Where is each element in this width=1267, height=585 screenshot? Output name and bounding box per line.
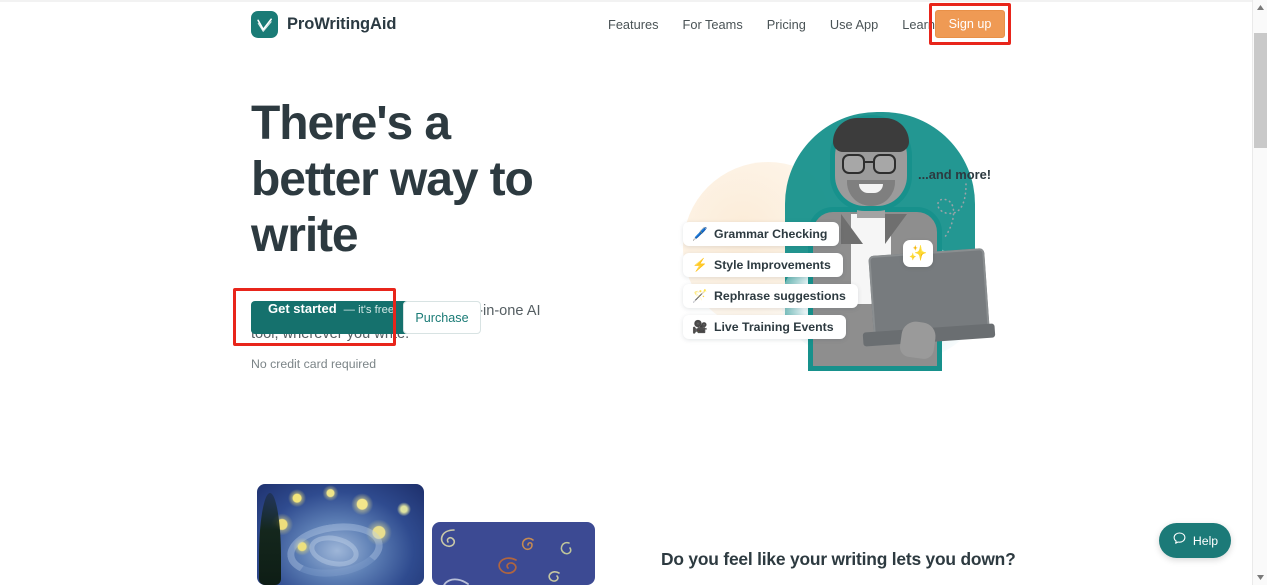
- nav-item-features[interactable]: Features: [596, 13, 671, 36]
- hero-illustration: ✨ ...and more! 🖊️ Grammar Checking ⚡ Sty…: [655, 100, 1015, 370]
- person-hair: [833, 118, 909, 152]
- feature-pill-label: Grammar Checking: [714, 227, 828, 241]
- section-heading: Do you feel like your writing lets you d…: [661, 549, 1016, 569]
- page-viewport: ProWritingAid Features For Teams Pricing…: [0, 0, 1252, 585]
- signup-button-region: Sign up: [929, 3, 1011, 45]
- brand-name: ProWritingAid: [287, 15, 397, 33]
- feature-pill-style-improvements[interactable]: ⚡ Style Improvements: [683, 253, 843, 277]
- scrollbar-track[interactable]: [1253, 15, 1267, 570]
- nav-item-for-teams[interactable]: For Teams: [671, 13, 755, 36]
- feature-pill-live-training-events[interactable]: 🎥 Live Training Events: [683, 315, 846, 339]
- scroll-down-arrow-icon[interactable]: [1253, 570, 1267, 585]
- feature-pill-list: 🖊️ Grammar Checking ⚡ Style Improvements…: [683, 222, 858, 346]
- get-started-free-suffix: — it's free: [343, 304, 395, 316]
- feature-pill-rephrase-suggestions[interactable]: 🪄 Rephrase suggestions: [683, 284, 858, 308]
- person-collar-right: [885, 214, 907, 244]
- get-started-button[interactable]: Get started — it's free: [251, 301, 412, 334]
- prowritingaid-checkmark-logo-icon: [251, 11, 278, 38]
- person-hand: [898, 319, 938, 361]
- browser-page: ProWritingAid Features For Teams Pricing…: [0, 0, 1267, 585]
- and-more-label: ...and more!: [918, 167, 992, 182]
- purchase-button[interactable]: Purchase: [403, 301, 481, 334]
- vertical-scrollbar[interactable]: [1252, 0, 1267, 585]
- feature-pill-label: Style Improvements: [714, 258, 831, 272]
- dotted-curved-arrow-icon: [937, 183, 967, 239]
- help-widget-button[interactable]: Help: [1159, 523, 1231, 558]
- no-credit-card-note: No credit card required: [251, 357, 377, 371]
- starry-night-painting: [257, 484, 424, 585]
- cta-button-row: Get started — it's free Purchase: [233, 288, 611, 346]
- hero-content: There's a better way to write Make your …: [233, 96, 611, 371]
- nav-item-pricing[interactable]: Pricing: [755, 13, 818, 36]
- sign-up-button[interactable]: Sign up: [935, 10, 1005, 38]
- movie-camera-icon: 🎥: [692, 319, 708, 334]
- page-title: There's a better way to write: [251, 97, 534, 262]
- nav-item-use-app[interactable]: Use App: [818, 13, 890, 36]
- site-header: ProWritingAid Features For Teams Pricing…: [0, 0, 1252, 50]
- feature-pill-label: Rephrase suggestions: [714, 289, 846, 303]
- feature-pill-label: Live Training Events: [714, 320, 834, 334]
- lightning-icon: ⚡: [692, 257, 708, 272]
- magic-wand-icon: 🪄: [692, 288, 708, 303]
- brand-logo-link[interactable]: ProWritingAid: [251, 11, 396, 38]
- get-started-label: Get started: [268, 301, 337, 316]
- help-widget-label: Help: [1192, 533, 1219, 548]
- spiral-doodles-icon: [440, 529, 572, 585]
- starry-cypress-tree: [259, 493, 281, 585]
- person-collar-left: [841, 214, 863, 244]
- eyeglasses-bridge-icon: [865, 161, 873, 164]
- sparkle-badge-icon: ✨: [903, 240, 933, 267]
- blue-doodle-card: [432, 522, 595, 585]
- pencil-icon: 🖊️: [692, 226, 708, 241]
- chat-bubble-icon: [1172, 531, 1187, 551]
- eyeglasses-left-lens-icon: [842, 154, 865, 174]
- eyeglasses-right-lens-icon: [873, 154, 896, 174]
- scrollbar-thumb[interactable]: [1254, 33, 1267, 148]
- feature-pill-grammar-checking[interactable]: 🖊️ Grammar Checking: [683, 222, 840, 246]
- scroll-up-arrow-icon[interactable]: [1253, 0, 1267, 15]
